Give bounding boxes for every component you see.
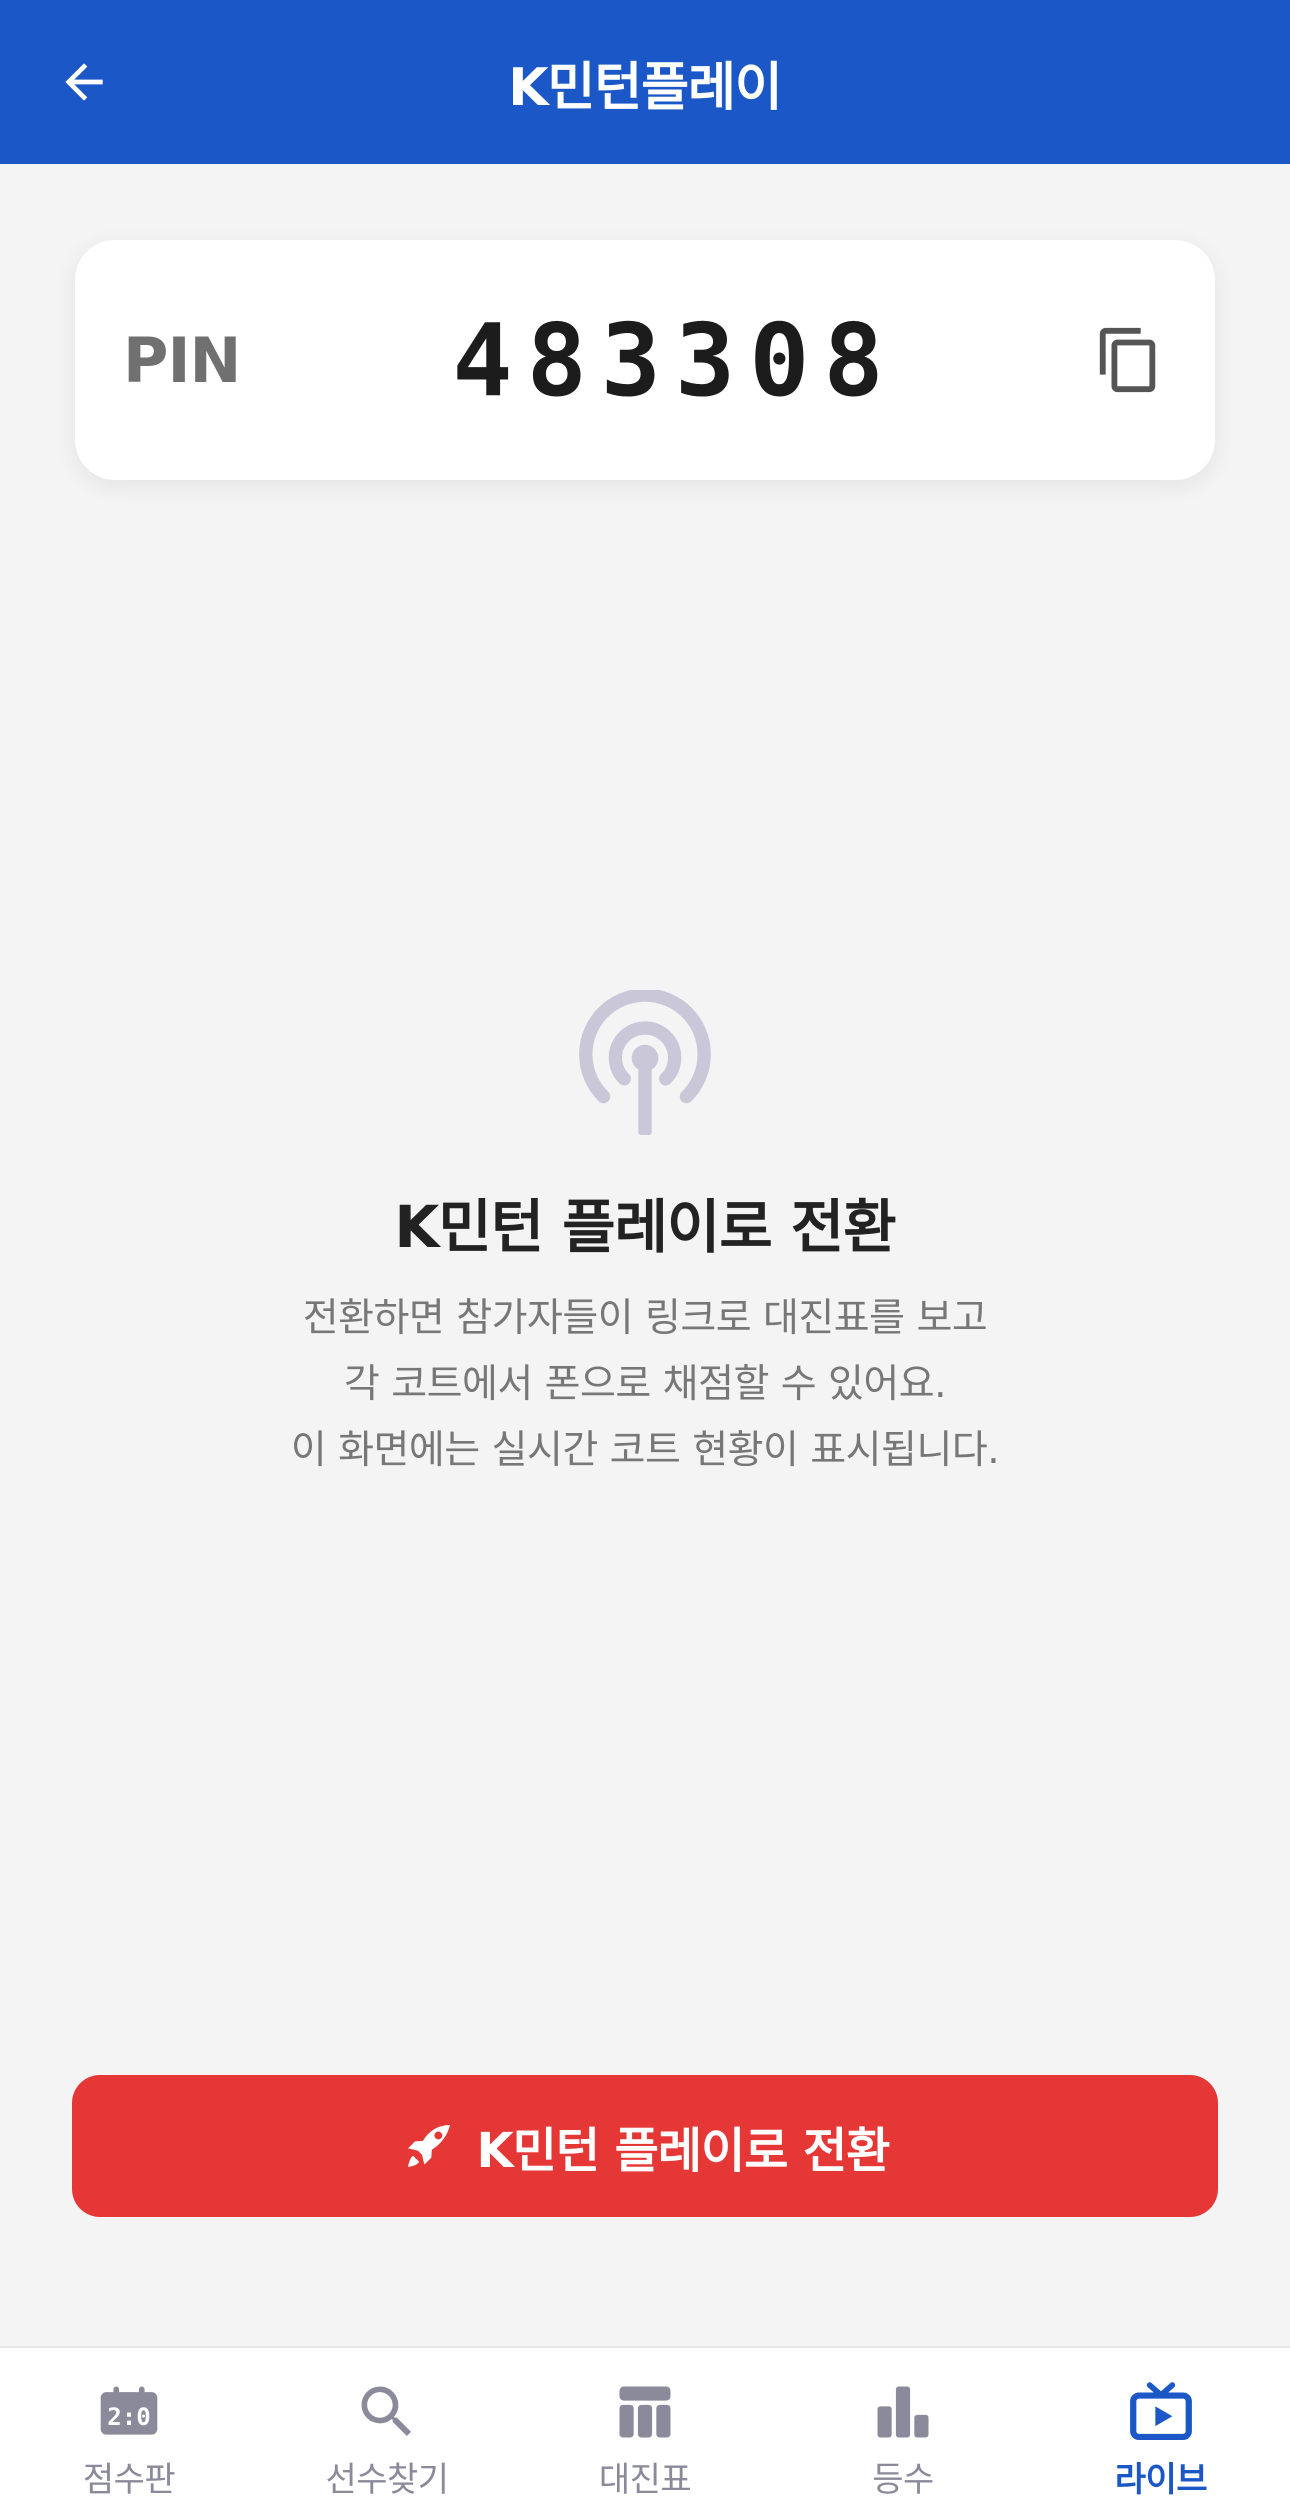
empty-state: K민턴 플레이로 전환 전환하면 참가자들이 링크로 대진표를 보고 각 코트에… [0,990,1290,1484]
bracket-icon [619,2386,671,2438]
switch-to-play-button[interactable]: K민턴 플레이로 전환 [72,2075,1218,2217]
search-icon [361,2386,412,2437]
description-line: 전환하면 참가자들이 링크로 대진표를 보고 [302,1296,988,1341]
empty-state-title: K민턴 플레이로 전환 [394,1193,896,1261]
ranking-icon [877,2386,929,2438]
tab-player-search-label: 선수찾기 [325,2460,449,2500]
scoreboard-icon: 2:0 [100,2386,158,2435]
tab-scoreboard[interactable]: 2:0 점수판 [0,2348,258,2518]
pin-value: 483308 [452,301,898,419]
broadcast-icon [579,990,711,1136]
copy-icon [1099,327,1156,393]
pin-card: PIN 483308 [75,240,1215,480]
svg-text:2:0: 2:0 [107,2403,151,2431]
copy-button[interactable] [1089,320,1169,400]
description-line: 각 코트에서 폰으로 채점할 수 있어요. [343,1362,947,1407]
live-tv-icon [1130,2382,1192,2441]
tab-scoreboard-label: 점수판 [82,2460,176,2500]
app-bar: K민턴플레이 [0,0,1290,164]
page-title: K민턴플레이 [508,57,783,118]
tab-bracket[interactable]: 대진표 [516,2348,774,2518]
description-line: 이 화면에는 실시간 코트 현황이 표시됩니다. [290,1428,1000,1473]
empty-state-description: 전환하면 참가자들이 링크로 대진표를 보고 각 코트에서 폰으로 채점할 수 … [0,1286,1290,1484]
tab-ranking[interactable]: 등수 [774,2348,1032,2518]
tab-live-label: 라이브 [1114,2460,1208,2500]
tab-bracket-label: 대진표 [598,2460,692,2500]
bottom-tab-bar: 2:0 점수판 선수찾기 대진표 등수 라이브 [0,2346,1290,2518]
tab-player-search[interactable]: 선수찾기 [258,2348,516,2518]
tab-ranking-label: 등수 [872,2460,934,2500]
rocket-icon [407,2125,450,2167]
tab-live[interactable]: 라이브 [1032,2348,1290,2518]
switch-to-play-label: K민턴 플레이로 전환 [476,2123,891,2179]
